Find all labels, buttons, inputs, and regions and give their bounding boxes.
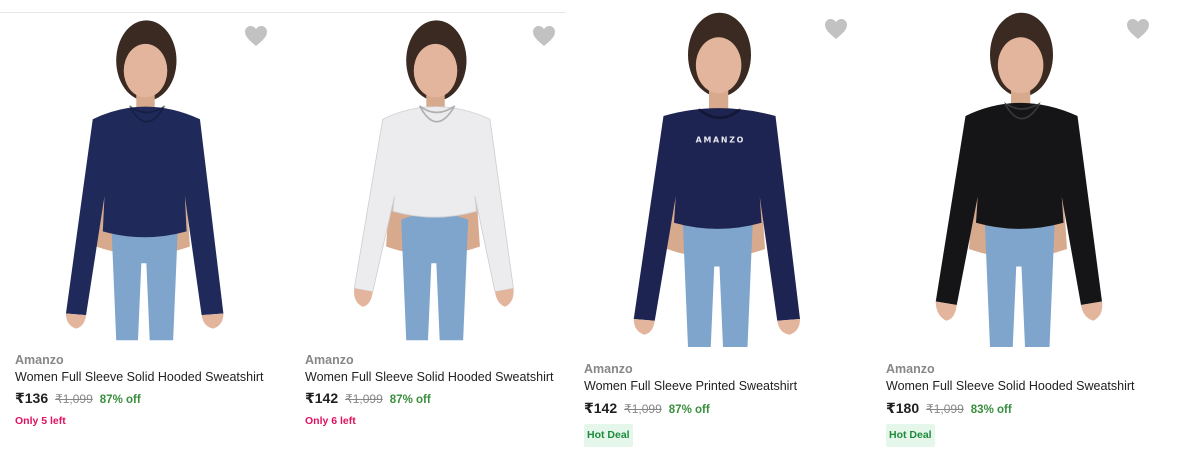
hot-deal-badge: Hot Deal [886, 424, 935, 447]
selling-price: ₹180 [886, 400, 920, 416]
selling-price: ₹136 [15, 390, 49, 406]
product-card[interactable]: Amanzo Women Full Sleeve Solid Hooded Sw… [290, 0, 570, 462]
price-row: ₹142 ₹1,099 87% off [305, 390, 431, 407]
stock-warning: Only 5 left [15, 415, 66, 427]
product-image[interactable] [58, 12, 228, 347]
selling-price: ₹142 [584, 400, 618, 416]
product-brand[interactable]: Amanzo [584, 362, 633, 376]
original-price: ₹1,099 [926, 402, 964, 416]
product-image[interactable]: AMANZO [628, 4, 804, 354]
svg-text:AMANZO: AMANZO [696, 135, 745, 144]
product-card[interactable]: AMANZO Amanzo Women Full Sleeve Printed … [570, 0, 870, 462]
discount-percent: 83% off [970, 404, 1012, 416]
product-brand[interactable]: Amanzo [305, 353, 354, 367]
selling-price: ₹142 [305, 390, 339, 406]
heart-icon[interactable] [1126, 18, 1150, 40]
heart-icon[interactable] [532, 25, 556, 47]
product-card[interactable]: Amanzo Women Full Sleeve Solid Hooded Sw… [872, 0, 1194, 462]
original-price: ₹1,099 [345, 392, 383, 406]
product-title[interactable]: Women Full Sleeve Solid Hooded Sweatshir… [886, 379, 1135, 393]
price-row: ₹136 ₹1,099 87% off [15, 390, 141, 407]
price-row: ₹142 ₹1,099 87% off [584, 400, 710, 417]
discount-percent: 87% off [668, 404, 710, 416]
product-image[interactable] [348, 12, 518, 347]
product-brand[interactable]: Amanzo [15, 353, 64, 367]
product-title[interactable]: Women Full Sleeve Printed Sweatshirt [584, 379, 797, 393]
product-title[interactable]: Women Full Sleeve Solid Hooded Sweatshir… [305, 370, 554, 384]
discount-percent: 87% off [389, 394, 431, 406]
discount-percent: 87% off [99, 394, 141, 406]
original-price: ₹1,099 [55, 392, 93, 406]
product-brand[interactable]: Amanzo [886, 362, 935, 376]
product-card[interactable]: Amanzo Women Full Sleeve Solid Hooded Sw… [0, 0, 290, 462]
heart-icon[interactable] [824, 18, 848, 40]
product-image[interactable] [930, 4, 1106, 354]
price-row: ₹180 ₹1,099 83% off [886, 400, 1012, 417]
hot-deal-badge: Hot Deal [584, 424, 633, 447]
heart-icon[interactable] [244, 25, 268, 47]
original-price: ₹1,099 [624, 402, 662, 416]
product-title[interactable]: Women Full Sleeve Solid Hooded Sweatshir… [15, 370, 264, 384]
stock-warning: Only 6 left [305, 415, 356, 427]
